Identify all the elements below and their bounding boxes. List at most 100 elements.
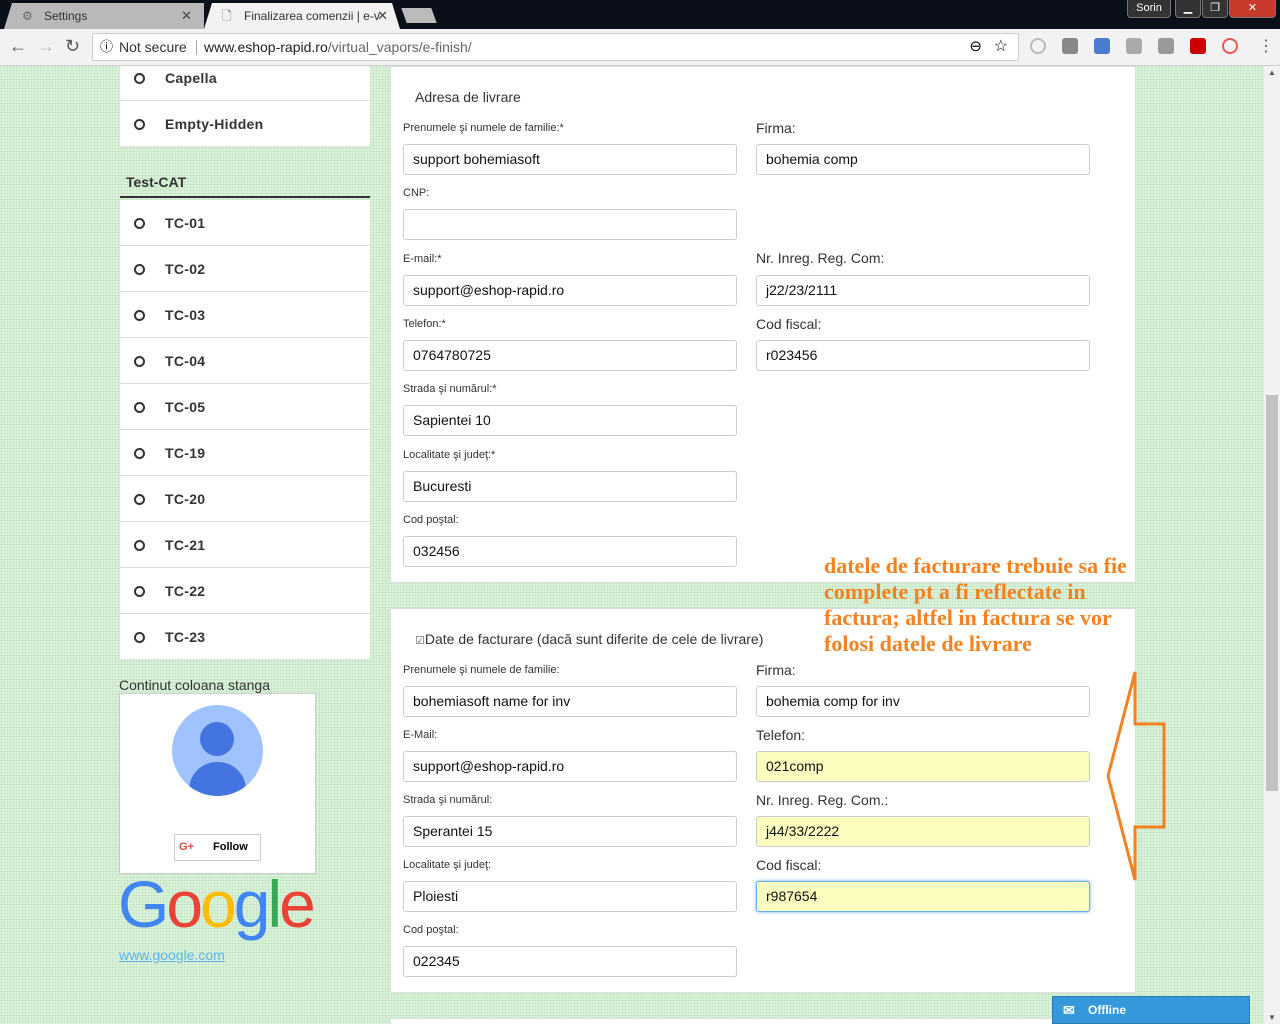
city-input[interactable]: Bucuresti — [403, 471, 737, 502]
reg-input[interactable]: j44/33/2222 — [756, 816, 1090, 847]
fiscal-input[interactable]: r023456 — [756, 340, 1090, 371]
phone-input[interactable]: 021comp — [756, 751, 1090, 782]
sidebar-item[interactable]: Capella — [120, 66, 370, 101]
sidebar-item[interactable]: TC-04 — [120, 338, 370, 384]
menu-icon[interactable]: ⋮ — [1258, 36, 1274, 56]
name-input[interactable]: support bohemiasoft — [403, 144, 737, 175]
widget-title: Continut coloana stanga — [119, 677, 270, 693]
email-input[interactable]: support@eshop-rapid.ro — [403, 751, 737, 782]
sidebar-item[interactable]: TC-05 — [120, 384, 370, 430]
tab-settings[interactable]: ⚙ Settings ✕ — [4, 3, 204, 29]
radio-icon — [134, 217, 145, 229]
extension-icon[interactable] — [1158, 38, 1174, 54]
street-label: Strada şi numărul:* — [403, 383, 497, 395]
chat-offline-button[interactable]: ✉ Offline — [1052, 996, 1250, 1024]
reg-label: Nr. Inreg. Reg. Com.: — [756, 792, 889, 808]
scrollbar[interactable]: ▲ ▼ — [1264, 66, 1280, 1024]
reg-input[interactable]: j22/23/2111 — [756, 275, 1090, 306]
radio-icon — [134, 401, 145, 413]
reload-icon[interactable]: ↻ — [65, 36, 80, 57]
sidebar-item[interactable]: TC-20 — [120, 476, 370, 522]
sidebar-item[interactable]: TC-21 — [120, 522, 370, 568]
google-logo: Google — [118, 867, 316, 941]
radio-icon — [134, 355, 145, 367]
sidebar-item[interactable]: TC-22 — [120, 568, 370, 614]
extension-icon[interactable] — [1062, 38, 1078, 54]
scrollbar-thumb[interactable] — [1266, 395, 1278, 791]
extension-icon[interactable] — [1126, 38, 1142, 54]
extension-icon[interactable] — [1094, 38, 1110, 54]
city-label: Localitate şi judeţ:* — [403, 449, 496, 461]
close-window-button[interactable]: ✕ — [1229, 0, 1276, 18]
city-label: Localitate şi judeţ: — [403, 859, 492, 871]
follow-button[interactable]: G+ Follow — [174, 834, 261, 861]
tab-bar: ⚙ Settings ✕ 🗋 Finalizarea comenzii | e-v ✕ … — [0, 0, 1280, 29]
extension-icon[interactable] — [1222, 38, 1238, 54]
reg-label: Nr. Inreg. Reg. Com: — [756, 250, 885, 266]
tab-checkout[interactable]: 🗋 Finalizarea comenzii | e-v ✕ — [204, 3, 400, 29]
zip-input[interactable]: 032456 — [403, 536, 737, 567]
radio-icon — [134, 493, 145, 505]
next-panel — [390, 1018, 1136, 1024]
extension-icon[interactable] — [1190, 38, 1206, 54]
google-link[interactable]: www.google.com — [119, 947, 225, 963]
billing-checkbox[interactable]: ☑Date de facturare (dacă sunt diferite d… — [415, 631, 763, 647]
delivery-title: Adresa de livrare — [415, 89, 521, 105]
phone-input[interactable]: 0764780725 — [403, 340, 737, 371]
company-input[interactable]: bohemia comp for inv — [756, 686, 1090, 717]
delivery-address-panel: Adresa de livrare Prenumele şi numele de… — [390, 66, 1136, 583]
fiscal-label: Cod fiscal: — [756, 316, 822, 332]
page-icon: 🗋 — [222, 9, 232, 23]
extension-icon[interactable] — [1030, 38, 1046, 54]
radio-icon — [134, 309, 145, 321]
company-label: Firma: — [756, 120, 796, 136]
street-input[interactable]: Sapientei 10 — [403, 405, 737, 436]
zip-label: Cod poştal: — [403, 514, 459, 526]
sidebar-item[interactable]: TC-02 — [120, 246, 370, 292]
sidebar-item[interactable]: TC-01 — [120, 200, 370, 246]
sidebar-item[interactable]: TC-19 — [120, 430, 370, 476]
new-tab-button[interactable] — [401, 8, 437, 23]
city-input[interactable]: Ploiesti — [403, 881, 737, 912]
radio-icon — [134, 631, 145, 643]
cnp-input[interactable] — [403, 209, 737, 240]
radio-icon — [134, 585, 145, 597]
zip-label: Cod poştal: — [403, 924, 459, 936]
restore-button[interactable]: ❐ — [1202, 0, 1228, 18]
radio-icon — [134, 539, 145, 551]
checkbox-icon[interactable]: ☑ — [415, 635, 425, 647]
forward-icon[interactable]: → — [37, 36, 55, 57]
fiscal-input[interactable]: r987654 — [756, 881, 1090, 912]
email-input[interactable]: support@eshop-rapid.ro — [403, 275, 737, 306]
fiscal-label: Cod fiscal: — [756, 857, 822, 873]
category-heading: Test-CAT — [120, 174, 370, 198]
email-label: E-mail:* — [403, 253, 442, 265]
sidebar-item[interactable]: TC-23 — [120, 614, 370, 660]
phone-label: Telefon: — [756, 727, 806, 743]
arrow-left-annotation — [1106, 671, 1166, 881]
page-content: Capella Empty-Hidden Test-CAT TC-01 TC-02… — [0, 66, 1264, 1024]
zip-input[interactable]: 022345 — [403, 946, 737, 977]
gear-icon: ⚙ — [22, 9, 33, 23]
street-label: Strada şi numărul: — [403, 794, 493, 806]
bookmark-star-icon[interactable]: ☆ — [994, 34, 1008, 60]
name-input[interactable]: bohemiasoft name for inv — [403, 686, 737, 717]
info-icon: ⓘ — [100, 39, 114, 54]
profile-button[interactable]: Sorin — [1127, 0, 1171, 18]
close-tab-icon[interactable]: ✕ — [377, 3, 388, 29]
sidebar-top-list: Capella Empty-Hidden — [120, 66, 370, 147]
zoom-icon[interactable]: ⊖ — [969, 34, 982, 60]
phone-label: Telefon:* — [403, 318, 446, 330]
email-label: E-Mail: — [403, 729, 438, 741]
back-icon[interactable]: ← — [9, 36, 27, 57]
company-input[interactable]: bohemia comp — [756, 144, 1090, 175]
address-bar[interactable]: ⓘ Not secure www.eshop-rapid.ro/virtual_… — [92, 33, 1019, 61]
sidebar-item[interactable]: TC-03 — [120, 292, 370, 338]
company-label: Firma: — [756, 662, 796, 678]
sidebar-item[interactable]: Empty-Hidden — [120, 101, 370, 147]
sidebar-category-list: TC-01 TC-02 TC-03 TC-04 TC-05 TC-19 TC-20 TC-21… — [120, 200, 370, 660]
close-tab-icon[interactable]: ✕ — [181, 3, 192, 29]
minimize-button[interactable]: ▁ — [1175, 0, 1201, 18]
billing-panel: ☑Date de facturare (dacă sunt diferite d… — [390, 608, 1136, 993]
street-input[interactable]: Sperantei 15 — [403, 816, 737, 847]
